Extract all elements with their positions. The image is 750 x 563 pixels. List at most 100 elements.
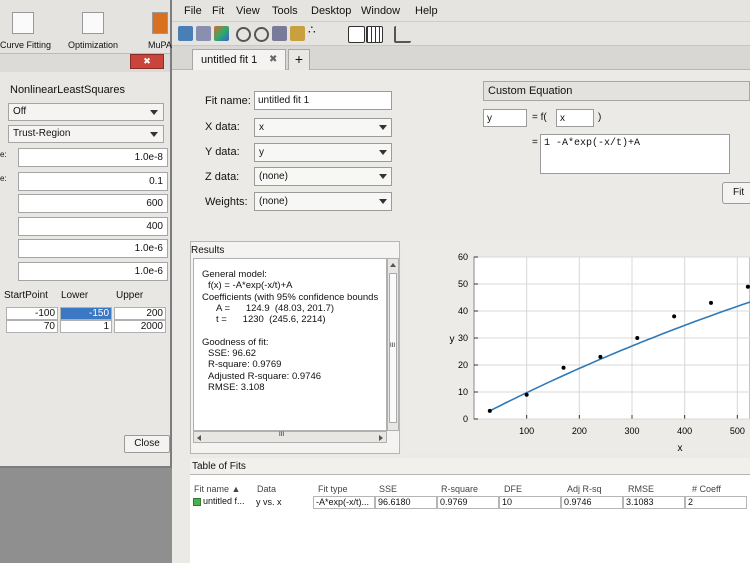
menu-window[interactable]: Window [361,5,400,17]
chevron-down-icon [150,110,158,115]
startpoint-t-cell[interactable]: 70 [6,320,58,333]
tol-fun-input[interactable]: 1.0e-6 [18,239,168,258]
menu-view[interactable]: View [236,5,260,17]
scroll-left-icon[interactable] [197,435,201,441]
robust-value: Off [13,106,27,117]
tab-untitled-fit-1[interactable]: untitled fit 1 ✖ [192,49,286,70]
lower-t-cell[interactable]: 1 [60,320,112,333]
menu-fit[interactable]: Fit [212,5,224,17]
col-fit-name[interactable]: Fit name ▲ [194,484,240,494]
app-label-curve-fitting[interactable]: Curve Fitting [0,40,51,50]
curve-fitting-app-icon[interactable] [12,12,34,34]
menu-file[interactable]: File [184,5,202,17]
dialog-close-button[interactable]: ✖ [130,54,164,69]
scroll-right-icon[interactable] [379,435,383,441]
y-data-value: y [259,147,264,158]
col-adj-r-sq[interactable]: Adj R-sq [567,484,602,494]
table-of-fits-title: Table of Fits [192,461,246,472]
x-axis-label: x [678,443,683,454]
algorithm-select[interactable]: Trust-Region [8,125,164,143]
equation-type-select[interactable]: Custom Equation [483,81,750,101]
app-label-mupad[interactable]: MuPA [148,40,172,50]
zoom-in-icon[interactable] [236,27,251,42]
results-title: Results [191,245,225,256]
diff-min-change-input[interactable]: 1.0e-8 [18,148,168,167]
menu-bar: File Fit View Tools Desktop Window Help [172,0,750,22]
x-data-label: X data: [205,121,240,133]
cell-num-coeff: 2 [685,496,747,509]
zoom-out-icon[interactable] [254,27,269,42]
x-data-select[interactable]: x [254,118,392,137]
results-hscrollbar[interactable]: III [193,431,387,443]
col-dfe[interactable]: DFE [504,484,522,494]
z-data-select[interactable]: (none) [254,167,392,186]
weights-select[interactable]: (none) [254,192,392,211]
chevron-down-icon [379,174,387,179]
print-icon[interactable] [196,26,211,41]
app-label-optimization[interactable]: Optimization [68,40,118,50]
mupad-app-icon[interactable] [152,12,168,34]
x-tick-label: 400 [677,426,692,436]
cell-rmse: 3.1083 [623,496,685,509]
side-label: e: [0,174,7,183]
startpoint-a-cell[interactable]: -100 [6,307,58,320]
x-tick-label: 200 [572,426,587,436]
equals-f-label: = f( [532,112,547,123]
col-startpoint: StartPoint [4,290,48,301]
independent-var-input[interactable]: x [556,109,594,127]
max-fun-evals-input[interactable]: 600 [18,194,168,213]
plot-icon[interactable] [214,26,229,41]
menu-help[interactable]: Help [415,5,438,17]
z-data-label: Z data: [205,171,240,183]
menu-tools[interactable]: Tools [272,5,298,17]
upper-t-cell[interactable]: 2000 [114,320,166,333]
max-iter-input[interactable]: 400 [18,217,168,236]
col-sse[interactable]: SSE [379,484,397,494]
scroll-up-icon[interactable] [390,263,396,267]
col-r-square[interactable]: R-square [441,484,478,494]
tol-x-input[interactable]: 1.0e-6 [18,262,168,281]
lower-a-cell[interactable]: -150 [60,307,112,320]
y-tick-label: 60 [458,252,468,262]
fit-button[interactable]: Fit [722,182,750,204]
fit-name-input[interactable]: untitled fit 1 [254,91,392,110]
dependent-var-input[interactable]: y [483,109,527,127]
upper-a-cell[interactable]: 200 [114,307,166,320]
results-vscrollbar[interactable]: III [387,258,399,431]
tab-close-icon[interactable]: ✖ [269,54,277,65]
results-line: SSE: 96.62 [208,348,257,360]
col-fit-type[interactable]: Fit type [318,484,348,494]
col-num-coeff[interactable]: # Coeff [692,484,721,494]
menu-desktop[interactable]: Desktop [311,5,351,17]
legend-icon[interactable] [348,26,365,43]
results-text-area[interactable]: General model: f(x) = -A*exp(-x/t)+A Coeff… [193,258,387,431]
tab-label: untitled fit 1 [201,54,258,66]
y-data-select[interactable]: y [254,143,392,162]
fit-plot[interactable]: 10020030040050060102030405060xy [402,241,750,454]
col-rmse[interactable]: RMSE [628,484,654,494]
axes-limits-icon[interactable] [394,26,411,43]
pan-icon[interactable] [272,26,287,41]
results-line: t = 1230 (245.6, 2214) [216,314,326,326]
results-line: General model: [202,269,267,280]
cell-data: y vs. x [256,497,282,507]
x-tick-label: 300 [624,426,639,436]
weights-label: Weights: [205,196,248,208]
chevron-down-icon [379,125,387,130]
fit-tab-bar: untitled fit 1 ✖ + [172,46,750,70]
col-data[interactable]: Data [257,484,276,494]
add-tab-button[interactable]: + [288,49,310,70]
dialog-close-text-button[interactable]: Close [124,435,170,453]
data-cursor-icon[interactable] [290,26,305,41]
fit-options-icon[interactable] [178,26,193,41]
cell-r-square: 0.9769 [437,496,499,509]
exclude-outliers-icon[interactable]: ∴ [308,23,323,38]
robust-select[interactable]: Off [8,103,164,121]
equation-formula-input[interactable]: 1 -A*exp(-x/t)+A [540,134,730,174]
optimization-app-icon[interactable] [82,12,104,34]
grid-icon[interactable] [366,26,383,43]
data-point [635,336,640,340]
scroll-thumb[interactable]: III [389,273,397,423]
diff-max-change-input[interactable]: 0.1 [18,172,168,191]
scroll-grip: III [390,343,396,349]
